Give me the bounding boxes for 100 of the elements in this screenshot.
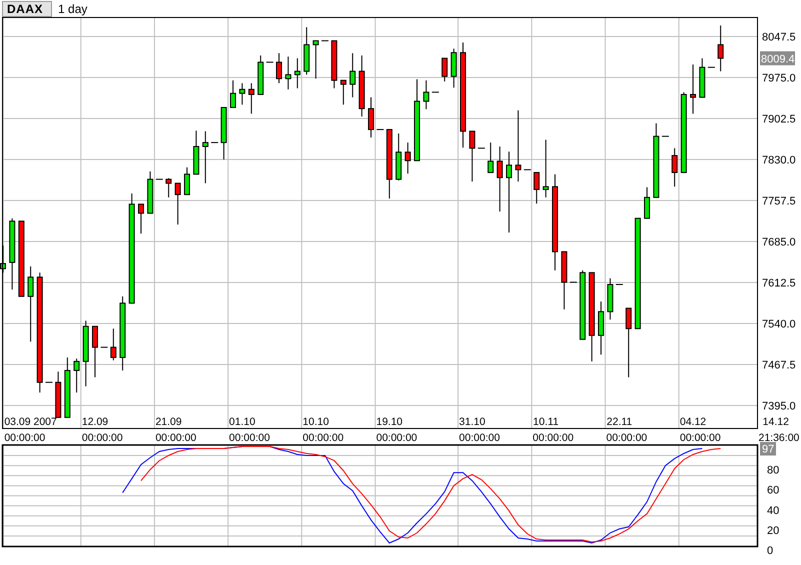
candlestick xyxy=(220,106,227,160)
candlestick xyxy=(230,80,236,108)
interval-label: 1 day xyxy=(58,2,88,16)
last-price-label: 8009.4 xyxy=(760,51,795,66)
candlestick xyxy=(699,58,706,98)
date-label: 10.11 xyxy=(533,416,559,428)
time-label: 00:00:00 xyxy=(4,432,46,442)
price-label: 7975.0 xyxy=(762,72,796,84)
candlestick xyxy=(534,172,540,204)
candlestick xyxy=(258,54,264,95)
candlestick xyxy=(55,371,62,418)
candlestick xyxy=(92,326,98,378)
candlestick xyxy=(690,64,696,114)
price-label: 7395.0 xyxy=(762,400,796,413)
candlestick xyxy=(561,251,568,310)
value-label: 20 xyxy=(767,524,780,537)
candlestick xyxy=(569,282,578,283)
candlestick xyxy=(184,166,190,196)
candlestick xyxy=(340,80,346,106)
candlestick xyxy=(174,182,181,226)
candlestick xyxy=(0,244,6,274)
value-label: 80 xyxy=(767,464,780,477)
symbol-label: DAAX xyxy=(2,0,52,16)
price-label: 7540.0 xyxy=(762,318,796,331)
price-label: 7612.5 xyxy=(762,278,796,290)
value-label: 0 xyxy=(767,545,774,557)
candlestick xyxy=(266,62,274,63)
time-label: 00:00:00 xyxy=(82,432,123,442)
date-label: 19.10 xyxy=(376,416,403,428)
time-label: 00:00:00 xyxy=(376,432,418,442)
price-label: 7902.5 xyxy=(762,114,796,126)
candlestick xyxy=(239,82,246,106)
candlestick xyxy=(202,130,208,184)
candlestick xyxy=(396,133,402,181)
candlestick xyxy=(331,40,338,89)
candlestick xyxy=(210,142,219,144)
date-label: 01.10 xyxy=(229,416,256,428)
price-label: 7685.0 xyxy=(762,236,796,249)
candlestick xyxy=(496,146,503,212)
time-label: 00:00:00 xyxy=(155,432,196,442)
candlestick xyxy=(82,320,89,387)
candlestick xyxy=(248,82,254,114)
date-label: 14.12 xyxy=(762,416,789,428)
time-label: 00:00:00 xyxy=(229,432,270,442)
candlestick xyxy=(644,186,650,219)
candlestick xyxy=(321,40,329,42)
candlestick xyxy=(404,142,411,174)
price-label: 7830.0 xyxy=(762,154,796,167)
candlestick xyxy=(64,356,70,418)
candlestick xyxy=(661,136,670,137)
time-label: 00:00:00 xyxy=(680,432,721,442)
candlestick xyxy=(450,48,457,88)
candlestick xyxy=(386,129,392,200)
time-label: 21:36:00 xyxy=(758,432,800,442)
candlestick xyxy=(469,130,476,182)
candlestick xyxy=(350,52,356,98)
candlestick xyxy=(707,66,716,68)
candlestick xyxy=(615,284,624,285)
candlestick xyxy=(312,40,319,80)
time-label: 00:00:00 xyxy=(532,432,574,442)
candlestick xyxy=(304,26,310,76)
date-label: 04.12 xyxy=(680,416,706,428)
candlestick xyxy=(626,308,632,378)
date-label: 03.09 2007 xyxy=(4,416,57,428)
candlestick xyxy=(423,80,430,110)
candlestick xyxy=(368,96,374,138)
price-label: 8047.5 xyxy=(762,32,796,44)
candlestick xyxy=(45,382,53,383)
time-label: 00:00:00 xyxy=(459,432,500,442)
candlestick xyxy=(294,58,300,89)
last-value-label: 97 xyxy=(760,442,776,456)
date-label: 31.10 xyxy=(459,416,486,428)
price-label: 7757.5 xyxy=(762,196,796,208)
candlestick xyxy=(285,56,292,90)
candlestick xyxy=(147,170,154,214)
candlestick xyxy=(580,270,586,340)
candlestick xyxy=(358,54,365,118)
candlestick xyxy=(598,300,604,356)
candlestick xyxy=(523,169,532,170)
candlestick xyxy=(110,328,116,361)
date-label: 12.09 xyxy=(82,416,108,428)
candlestick xyxy=(276,52,282,84)
candlestick xyxy=(155,178,164,180)
candlestick xyxy=(100,346,108,348)
candlestick xyxy=(138,204,144,234)
time-label: 00:00:00 xyxy=(302,432,344,442)
value-label: 40 xyxy=(767,504,780,517)
candlestick xyxy=(607,278,614,320)
candlestick xyxy=(376,129,384,130)
candlestick xyxy=(74,358,80,394)
candlestick xyxy=(542,139,549,198)
candlestick xyxy=(193,130,200,175)
candlestick xyxy=(442,58,448,82)
date-label: 22.11 xyxy=(606,416,632,428)
candlestick xyxy=(718,24,724,72)
candlestick xyxy=(477,148,486,149)
date-label: 10.10 xyxy=(302,416,329,428)
candlestick xyxy=(488,142,494,174)
time-label: 00:00:00 xyxy=(606,432,648,442)
value-label: 60 xyxy=(767,484,780,497)
